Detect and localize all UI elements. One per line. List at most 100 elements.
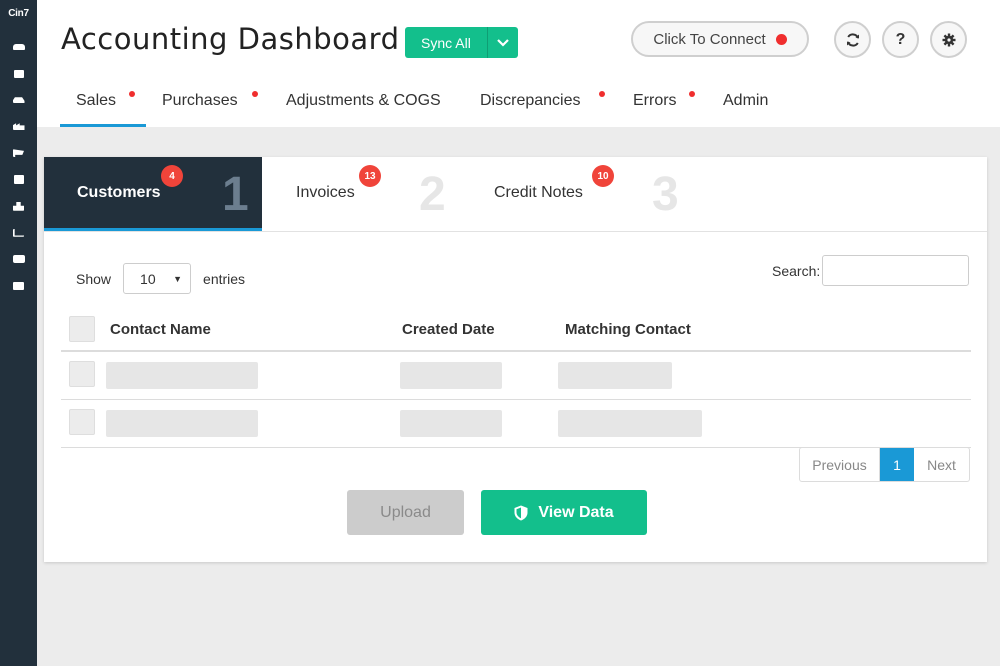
sidebar-item-production[interactable] [0,114,37,141]
tab-admin[interactable]: Admin [723,84,768,127]
step-number: 3 [652,168,679,221]
storefront-icon [13,281,24,290]
tab-label: Adjustments & COGS [286,92,441,109]
table-row[interactable] [61,352,971,400]
connect-label: Click To Connect [653,30,766,48]
sidebar-item-inventory[interactable] [0,193,37,220]
sales-card: Customers 4 1 Invoices 13 2 Credit Notes… [44,157,987,562]
tab-alert-dot [599,91,605,97]
page-title: Accounting Dashboard [61,22,400,56]
count-badge: 13 [359,165,381,187]
factory-icon [12,123,25,131]
main-nav-tabs: Sales Purchases Adjustments & COGS Discr… [37,84,1000,127]
row-checkbox[interactable] [69,409,95,435]
next-page-button[interactable]: Next [914,448,969,481]
count-badge: 10 [592,165,614,187]
step-label: Invoices [296,184,355,201]
sidebar-item-integrations[interactable] [0,246,37,273]
show-label: Show [76,270,112,287]
car-icon [12,97,25,104]
left-sidebar: Cin7 [0,0,37,666]
step-invoices[interactable]: Invoices 13 2 [262,157,462,231]
column-header[interactable]: Matching Contact [565,321,691,338]
table-header: Contact Name Created Date Matching Conta… [61,316,971,352]
search-control: Search: [772,255,970,286]
help-button[interactable]: ? [882,21,919,58]
column-header[interactable]: Contact Name [110,321,211,338]
previous-page-button[interactable]: Previous [800,448,880,481]
step-label: Credit Notes [494,184,583,201]
contacts-table: Contact Name Created Date Matching Conta… [61,316,971,448]
layers-icon [13,175,24,185]
loading-placeholder [558,410,702,437]
tab-alert-dot [129,91,135,97]
settings-button[interactable] [930,21,967,58]
tab-label: Admin [723,92,769,109]
pagination: Previous 1 Next [799,447,970,482]
chart-icon [13,228,24,237]
sidebar-item-transport[interactable] [0,87,37,114]
upload-button[interactable]: Upload [347,490,464,535]
users-icon [12,44,25,51]
table-row[interactable] [61,400,971,448]
tab-errors[interactable]: Errors [633,84,695,127]
column-header[interactable]: Created Date [402,321,495,338]
app-logo[interactable]: Cin7 [0,0,37,19]
loading-placeholder [106,410,258,437]
connect-button[interactable]: Click To Connect [631,21,809,57]
tab-alert-dot [689,91,695,97]
loading-placeholder [106,362,258,389]
step-tabs: Customers 4 1 Invoices 13 2 Credit Notes… [44,157,987,232]
entries-value: 10 [140,270,156,287]
loading-placeholder [400,362,502,389]
box-icon [13,69,24,78]
sidebar-item-reports[interactable] [0,220,37,247]
tab-discrepancies[interactable]: Discrepancies [480,84,605,127]
step-label: Customers [77,184,161,201]
chevron-down-icon [497,38,509,47]
select-all-checkbox[interactable] [69,316,95,342]
tab-sales[interactable]: Sales [60,84,146,127]
tab-label: Sales [76,92,117,109]
sync-dropdown-toggle[interactable] [486,27,518,58]
tab-alert-dot [252,91,258,97]
page-length-control: Show 10 ▼ entries [76,263,245,294]
caret-down-icon: ▼ [173,273,183,284]
entries-label: entries [203,270,246,287]
sync-all-button-group: Sync All [405,27,518,58]
cart-icon [13,149,24,158]
current-page-button[interactable]: 1 [880,448,914,481]
tab-label: Discrepancies [480,92,581,109]
step-customers[interactable]: Customers 4 1 [44,157,262,231]
sidebar-item-products[interactable] [0,61,37,88]
sidebar-item-sales[interactable] [0,140,37,167]
help-icon: ? [895,30,906,48]
search-label: Search: [772,262,821,279]
shield-icon [514,505,528,520]
briefcase-icon [12,255,25,264]
step-number: 2 [419,168,446,221]
step-credit-notes[interactable]: Credit Notes 10 3 [462,157,702,231]
sidebar-item-stock[interactable] [0,167,37,194]
view-data-button[interactable]: View Data [481,490,647,535]
connection-status-dot [775,33,787,45]
boxes-icon [13,201,24,211]
entries-select[interactable]: 10 ▼ [123,263,192,294]
sidebar-item-users[interactable] [0,34,37,61]
refresh-icon [846,32,859,47]
row-checkbox[interactable] [69,361,95,387]
sync-all-button[interactable]: Sync All [405,27,487,58]
tab-label: Purchases [162,92,238,109]
step-number: 1 [222,168,249,221]
tab-purchases[interactable]: Purchases [162,84,258,127]
tab-label: Errors [633,92,677,109]
count-badge: 4 [161,165,183,187]
refresh-button[interactable] [834,21,871,58]
search-input[interactable] [822,255,970,286]
tab-adjustments-cogs[interactable]: Adjustments & COGS [286,84,441,127]
page-header: Accounting Dashboard Sync All Click To C… [37,0,1000,127]
sidebar-item-stores[interactable] [0,273,37,300]
gear-icon [942,33,955,46]
loading-placeholder [558,362,672,389]
view-data-label: View Data [538,503,614,521]
